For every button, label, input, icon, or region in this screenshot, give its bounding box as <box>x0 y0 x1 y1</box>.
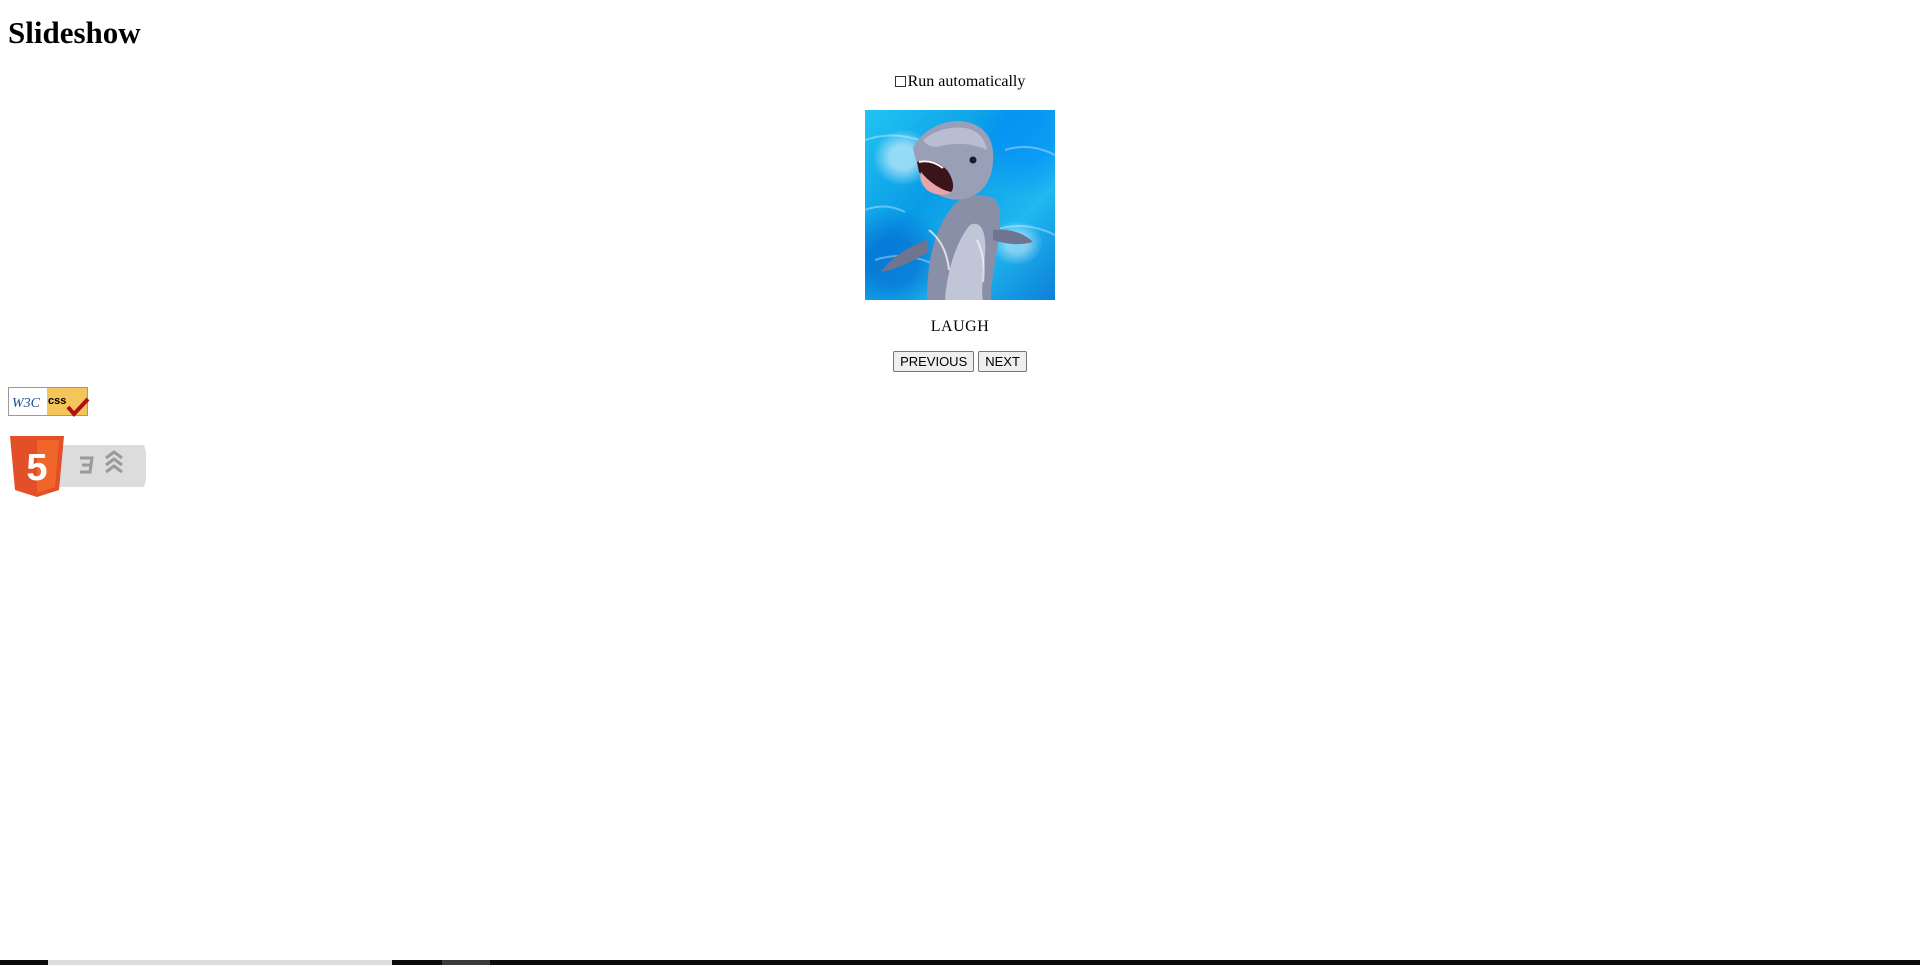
slideshow-controls: PREVIOUS NEXT <box>0 351 1920 372</box>
page-title: Slideshow <box>8 15 141 50</box>
taskbar <box>0 960 1920 965</box>
dolphin-image <box>865 121 1055 300</box>
taskbar-item[interactable] <box>442 960 490 965</box>
css-text: css <box>48 395 66 407</box>
previous-button[interactable]: PREVIOUS <box>893 351 975 372</box>
html5-badge[interactable]: 5 <box>8 434 146 498</box>
run-automatically-label: Run automatically <box>907 73 1026 90</box>
html5-five-text: 5 <box>26 447 47 489</box>
w3c-text: W3C <box>12 396 41 411</box>
w3c-css-badge[interactable]: W3C css <box>8 387 90 418</box>
run-automatically-row[interactable]: Run automatically <box>0 72 1920 92</box>
next-button[interactable]: NEXT <box>978 351 1027 372</box>
slide-image <box>865 110 1055 300</box>
slide-caption: LAUGH <box>930 318 990 335</box>
taskbar-active-window[interactable] <box>48 960 392 965</box>
run-automatically-checkbox[interactable] <box>894 75 906 87</box>
